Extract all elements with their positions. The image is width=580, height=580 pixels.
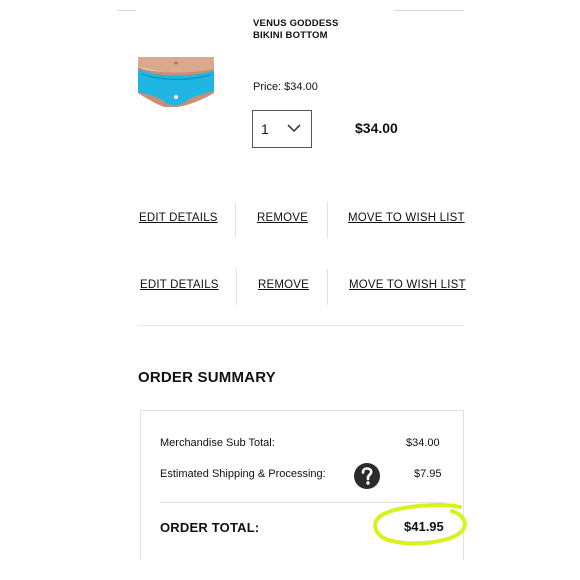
bikini-bottom-product-photo [138,57,214,107]
edit-details-link[interactable]: EDIT DETAILS [139,212,218,224]
item-actions-row: EDIT DETAILS REMOVE MOVE TO WISH LIST [138,269,468,305]
move-to-wish-list-link[interactable]: MOVE TO WISH LIST [349,279,466,291]
shipping-value: $7.95 [414,468,442,480]
shipping-label: Estimated Shipping & Processing: [160,468,326,480]
remove-link[interactable]: REMOVE [257,212,308,224]
top-divider-right [394,10,464,11]
remove-link[interactable]: REMOVE [258,279,309,291]
subtotal-label: Merchandise Sub Total: [160,437,275,449]
move-to-wish-list-link[interactable]: MOVE TO WISH LIST [348,212,465,224]
section-divider [138,325,464,326]
order-total-value: $41.95 [404,519,444,534]
top-divider-left [118,10,136,11]
action-divider [327,202,328,238]
question-circle-icon[interactable] [353,462,381,490]
order-summary-box [140,410,464,560]
quantity-select[interactable]: 1 [252,110,312,148]
edit-details-link[interactable]: EDIT DETAILS [140,279,219,291]
summary-divider [160,502,444,503]
chevron-down-icon [287,124,301,133]
subtotal-value: $34.00 [406,437,440,449]
product-price: Price: $34.00 [253,81,318,93]
order-summary-title: ORDER SUMMARY [138,369,276,386]
action-divider [236,269,237,305]
product-name[interactable]: VENUS GODDESS BIKINI BOTTOM [253,18,343,43]
action-divider [235,202,236,238]
line-item-total: $34.00 [355,120,398,136]
quantity-value: 1 [261,121,269,137]
item-actions-row: EDIT DETAILS REMOVE MOVE TO WISH LIST [138,202,468,238]
order-total-label: ORDER TOTAL: [160,520,260,535]
product-image[interactable] [138,57,214,107]
action-divider [327,269,328,305]
